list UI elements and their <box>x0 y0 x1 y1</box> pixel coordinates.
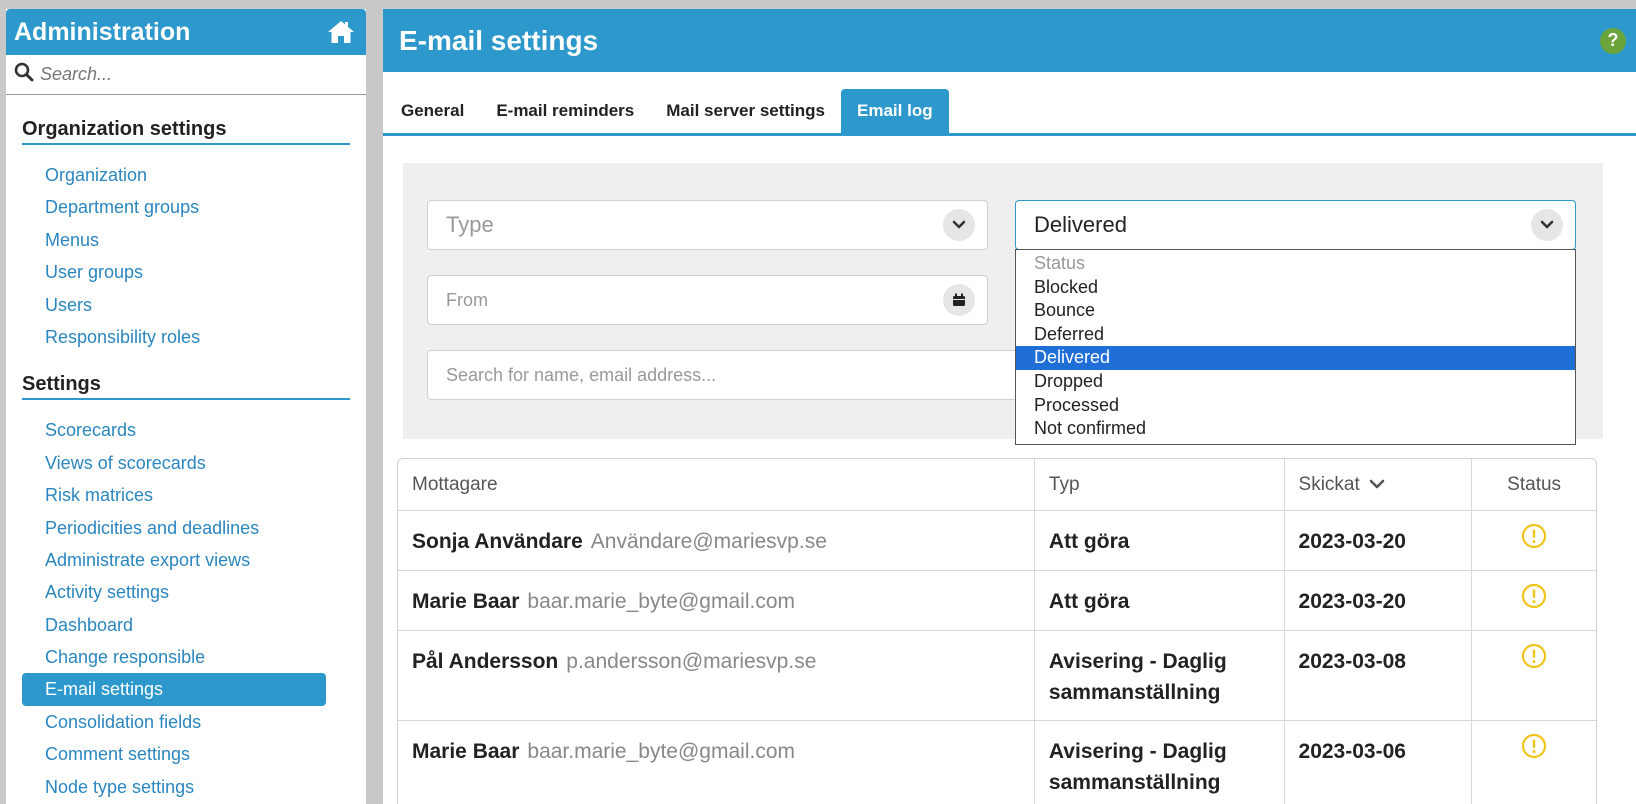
sidebar-item-organization[interactable]: Organization <box>22 159 326 191</box>
sent-cell: 2023-03-06 <box>1285 721 1473 804</box>
sidebar-item-dashboard[interactable]: Dashboard <box>22 609 326 641</box>
sidebar-item-activity-settings[interactable]: Activity settings <box>22 576 326 608</box>
search-icon <box>14 62 34 87</box>
warning-icon[interactable] <box>1521 733 1547 798</box>
sidebar-title: Administration <box>14 17 191 46</box>
status-option-blocked[interactable]: Blocked <box>1016 276 1575 300</box>
admin-sidebar: Administration Organization settings Org… <box>6 9 366 804</box>
email-log-table: Mottagare Typ Skickat Status Sonja Använ… <box>397 458 1597 804</box>
sent-cell: 2023-03-20 <box>1285 511 1473 570</box>
organization-settings-list: Organization Department groups Menus Use… <box>6 159 366 353</box>
recipient-email: p.andersson@mariesvp.se <box>566 650 817 673</box>
recipient-cell: Sonja Användare Användare@mariesvp.se <box>398 511 1035 570</box>
sidebar-item-user-groups[interactable]: User groups <box>22 256 326 288</box>
settings-list: Scorecards Views of scorecards Risk matr… <box>6 414 366 803</box>
status-option-bounce[interactable]: Bounce <box>1016 299 1575 323</box>
type-select-placeholder: Type <box>446 212 494 237</box>
sidebar-item-node-type-settings[interactable]: Node type settings <box>22 771 326 803</box>
column-header-status[interactable]: Status <box>1472 459 1596 510</box>
sidebar-item-comment-settings[interactable]: Comment settings <box>22 738 326 770</box>
tab-general[interactable]: General <box>385 89 480 133</box>
recipient-cell: Marie Baar baar.marie_byte@gmail.com <box>398 721 1035 804</box>
status-option-deferred[interactable]: Deferred <box>1016 323 1575 347</box>
status-cell <box>1472 631 1596 720</box>
sidebar-item-export-views[interactable]: Administrate export views <box>22 544 326 576</box>
recipient-name: Marie Baar <box>412 740 520 763</box>
sidebar-item-views-of-scorecards[interactable]: Views of scorecards <box>22 447 326 479</box>
recipient-name: Marie Baar <box>412 590 520 613</box>
recipient-email: Användare@mariesvp.se <box>590 530 827 553</box>
sidebar-search-input[interactable] <box>40 64 340 85</box>
sidebar-search <box>6 55 366 95</box>
table-row[interactable]: Marie Baar baar.marie_byte@gmail.com Att … <box>398 571 1596 631</box>
status-option-processed[interactable]: Processed <box>1016 394 1575 418</box>
status-cell <box>1472 511 1596 570</box>
home-icon[interactable] <box>326 18 356 46</box>
column-header-recipient[interactable]: Mottagare <box>398 459 1035 510</box>
table-row[interactable]: Marie Baar baar.marie_byte@gmail.com Avis… <box>398 721 1596 804</box>
type-cell: Avisering - Daglig sammanställning <box>1035 721 1285 804</box>
warning-icon[interactable] <box>1521 643 1547 708</box>
tab-mail-server-settings[interactable]: Mail server settings <box>650 89 841 133</box>
from-date-placeholder: From <box>446 289 488 310</box>
warning-icon[interactable] <box>1521 583 1547 618</box>
tab-email-log[interactable]: Email log <box>841 89 949 133</box>
section-title-organization: Organization settings <box>22 118 350 145</box>
status-option-not-confirmed[interactable]: Not confirmed <box>1016 417 1575 441</box>
column-header-sent-label: Skickat <box>1298 474 1360 496</box>
sent-cell: 2023-03-08 <box>1285 631 1473 720</box>
main-header: E-mail settings ? <box>383 9 1636 72</box>
page-title: E-mail settings <box>399 24 599 56</box>
table-row[interactable]: Sonja Användare Användare@mariesvp.se Att… <box>398 511 1596 571</box>
column-header-type[interactable]: Typ <box>1035 459 1285 510</box>
recipient-cell: Pål Andersson p.andersson@mariesvp.se <box>398 631 1035 720</box>
log-search-placeholder[interactable]: Search for name, email address... <box>446 365 716 386</box>
warning-icon[interactable] <box>1521 523 1547 558</box>
sidebar-item-risk-matrices[interactable]: Risk matrices <box>22 479 326 511</box>
status-option-dropped[interactable]: Dropped <box>1016 370 1575 394</box>
type-select[interactable]: Type <box>427 200 988 250</box>
status-dropdown-list: Status Blocked Bounce Deferred Delivered… <box>1015 249 1576 445</box>
sidebar-item-periodicities[interactable]: Periodicities and deadlines <box>22 512 326 544</box>
help-icon[interactable]: ? <box>1600 27 1626 54</box>
tab-bar: General E-mail reminders Mail server set… <box>383 72 1636 136</box>
status-option-placeholder: Status <box>1034 253 1086 273</box>
sidebar-item-department-groups[interactable]: Department groups <box>22 191 326 223</box>
recipient-cell: Marie Baar baar.marie_byte@gmail.com <box>398 571 1035 630</box>
type-cell: Att göra <box>1035 511 1285 570</box>
recipient-email: baar.marie_byte@gmail.com <box>527 740 795 763</box>
recipient-email: baar.marie_byte@gmail.com <box>527 590 795 613</box>
column-header-sent[interactable]: Skickat <box>1285 459 1473 510</box>
type-cell: Avisering - Daglig sammanställning <box>1035 631 1285 720</box>
table-header-row: Mottagare Typ Skickat Status <box>398 459 1596 511</box>
tab-email-reminders[interactable]: E-mail reminders <box>480 89 650 133</box>
sent-cell: 2023-03-20 <box>1285 571 1473 630</box>
status-cell <box>1472 571 1596 630</box>
status-select-value: Delivered <box>1034 212 1127 237</box>
status-cell <box>1472 721 1596 804</box>
sidebar-item-menus[interactable]: Menus <box>22 224 326 256</box>
from-date-field[interactable]: From <box>427 275 988 325</box>
chevron-down-icon <box>1531 209 1563 241</box>
sort-chevron-down-icon <box>1369 459 1385 511</box>
sidebar-header: Administration <box>6 9 366 55</box>
sidebar-item-responsibility-roles[interactable]: Responsibility roles <box>22 321 326 353</box>
sidebar-item-consolidation-fields[interactable]: Consolidation fields <box>22 706 326 738</box>
sidebar-item-email-settings[interactable]: E-mail settings <box>22 673 326 706</box>
recipient-name: Sonja Användare <box>412 530 583 553</box>
sidebar-item-scorecards[interactable]: Scorecards <box>22 414 326 446</box>
main-panel: E-mail settings ? General E-mail reminde… <box>383 9 1636 804</box>
recipient-name: Pål Andersson <box>412 650 559 673</box>
chevron-down-icon <box>943 209 975 241</box>
type-cell: Att göra <box>1035 571 1285 630</box>
sidebar-item-users[interactable]: Users <box>22 289 326 321</box>
status-option-delivered[interactable]: Delivered <box>1016 346 1575 370</box>
calendar-icon[interactable] <box>943 284 975 316</box>
section-title-settings: Settings <box>22 373 350 401</box>
table-row[interactable]: Pål Andersson p.andersson@mariesvp.se Avi… <box>398 631 1596 721</box>
sidebar-item-change-responsible[interactable]: Change responsible <box>22 641 326 673</box>
status-select[interactable]: Delivered <box>1015 200 1576 250</box>
